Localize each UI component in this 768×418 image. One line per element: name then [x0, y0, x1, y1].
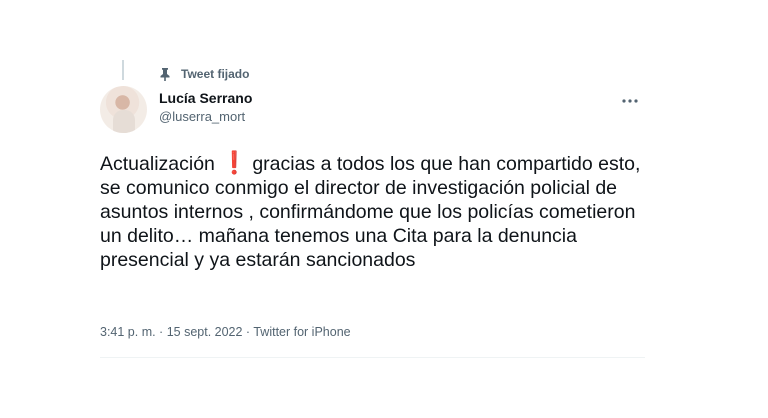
avatar-figure: [113, 110, 135, 133]
pinned-label: Tweet fijado: [181, 67, 250, 81]
tweet-text: Actualización ❗ gracias a todos los que ha…: [100, 151, 645, 272]
tweet-metadata: 3:41 p. m. · 15 sept. 2022 · Twitter for…: [100, 325, 351, 339]
more-options-button[interactable]: [620, 94, 640, 108]
divider: [100, 357, 645, 358]
user-handle[interactable]: @luserra_mort: [159, 109, 245, 124]
pin-icon: [157, 66, 173, 82]
user-display-name[interactable]: Lucía Serrano: [159, 90, 252, 106]
exclamation-emoji: ❗: [220, 150, 249, 175]
tweet-timestamp[interactable]: 3:41 p. m. · 15 sept. 2022 ·: [100, 325, 253, 339]
tweet-card[interactable]: Tweet fijado Lucía Serrano @luserra_mort…: [95, 56, 650, 366]
tweet-text-start: Actualización: [100, 153, 215, 175]
pinned-indicator: Tweet fijado: [157, 66, 249, 82]
tweet-source[interactable]: Twitter for iPhone: [253, 325, 350, 339]
more-icon: [622, 99, 638, 103]
avatar[interactable]: [100, 86, 147, 133]
thread-connector-line: [122, 60, 124, 80]
